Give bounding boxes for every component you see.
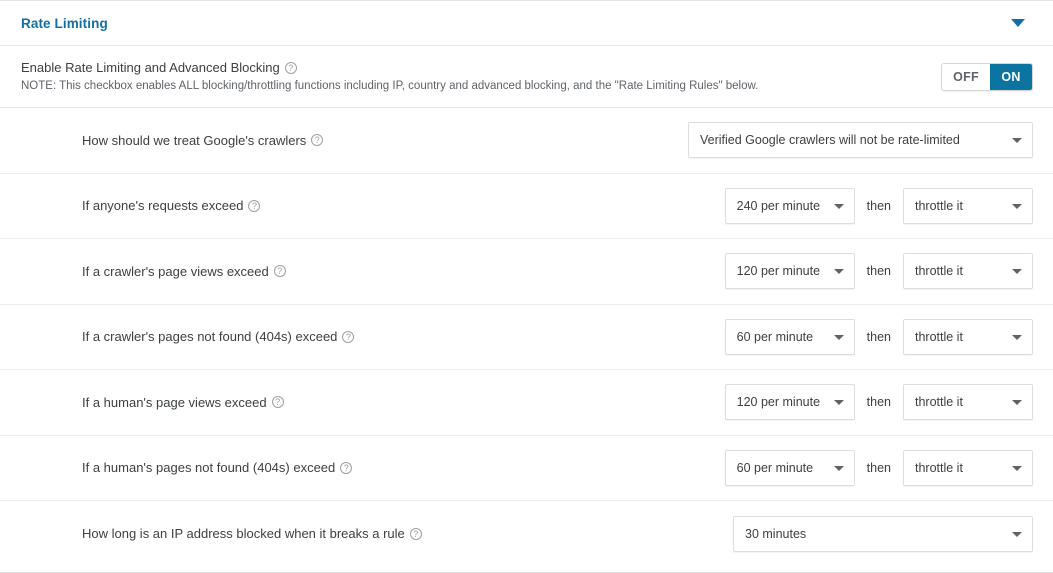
setting-label: If a human's pages not found (404s) exce… (82, 460, 725, 475)
anyone-requests-action-select[interactable]: throttle it (903, 187, 1033, 224)
rate-limiting-panel: Rate Limiting Enable Rate Limiting and A… (0, 0, 1053, 573)
select-value: 60 per minute (736, 460, 814, 475)
setting-controls: 30 minutes (733, 515, 1033, 552)
block-duration-select[interactable]: 30 minutes (733, 515, 1033, 552)
setting-row-human-404s: If a human's pages not found (404s) exce… (0, 435, 1053, 501)
enable-rate-limiting-row: Enable Rate Limiting and Advanced Blocki… (0, 46, 1053, 108)
chevron-down-icon[interactable] (833, 203, 844, 209)
select-value: 120 per minute (736, 395, 821, 410)
select-value: 60 per minute (736, 329, 814, 344)
help-icon[interactable]: ? (248, 199, 261, 212)
help-icon[interactable]: ? (271, 396, 284, 409)
crawler-page-views-action-select[interactable]: throttle it (903, 253, 1033, 290)
setting-label-text: If a human's pages not found (404s) exce… (82, 460, 336, 476)
select-value: throttle it (915, 264, 963, 279)
setting-row-human-page-views: If a human's page views exceed ? 120 per… (0, 370, 1053, 436)
setting-controls: 60 per minute then throttle it (724, 449, 1033, 486)
crawler-page-views-threshold-select[interactable]: 120 per minute (724, 253, 855, 290)
toggle-option-on[interactable]: ON (990, 63, 1032, 90)
human-page-views-action-select[interactable]: throttle it (903, 384, 1033, 421)
then-label: then (866, 329, 891, 344)
help-icon[interactable]: ? (340, 461, 353, 474)
enable-rate-limiting-label: Enable Rate Limiting and Advanced Blocki… (21, 60, 280, 75)
select-value: throttle it (915, 329, 963, 344)
help-icon[interactable]: ? (311, 134, 324, 147)
toggle-option-off[interactable]: OFF (942, 63, 990, 90)
chevron-down-icon[interactable] (1012, 465, 1022, 471)
enable-rate-limiting-toggle[interactable]: OFF ON (941, 62, 1033, 91)
setting-row-crawler-page-views: If a crawler's page views exceed ? 120 p… (0, 239, 1053, 305)
setting-controls: 60 per minute then throttle it (724, 318, 1033, 355)
setting-label: How should we treat Google's crawlers ? (82, 133, 688, 148)
setting-label-text: If a human's page views exceed (82, 394, 267, 410)
chevron-down-icon[interactable] (1012, 531, 1022, 537)
setting-row-block-duration: How long is an IP address blocked when i… (0, 501, 1053, 567)
setting-row-google-crawlers: How should we treat Google's crawlers ? … (0, 108, 1053, 174)
human-404s-threshold-select[interactable]: 60 per minute (724, 449, 855, 486)
google-crawlers-select[interactable]: Verified Google crawlers will not be rat… (688, 122, 1033, 159)
select-value: throttle it (915, 198, 963, 213)
setting-label-text: If anyone's requests exceed (82, 198, 244, 214)
select-value: Verified Google crawlers will not be rat… (700, 133, 960, 148)
chevron-down-icon[interactable] (1012, 334, 1022, 340)
setting-label-text: How long is an IP address blocked when i… (82, 526, 405, 542)
chevron-down-icon[interactable] (833, 400, 844, 406)
chevron-down-icon[interactable] (833, 269, 844, 275)
crawler-404s-action-select[interactable]: throttle it (903, 318, 1033, 355)
select-value: throttle it (915, 395, 963, 410)
then-label: then (866, 264, 891, 279)
setting-controls: 120 per minute then throttle it (724, 384, 1033, 421)
chevron-down-icon[interactable] (833, 334, 844, 340)
select-value: 120 per minute (736, 264, 821, 279)
setting-label: How long is an IP address blocked when i… (82, 526, 733, 541)
anyone-requests-threshold-select[interactable]: 240 per minute (724, 187, 855, 224)
enable-rate-limiting-title: Enable Rate Limiting and Advanced Blocki… (21, 59, 941, 76)
setting-label: If anyone's requests exceed ? (82, 198, 725, 213)
setting-label-text: If a crawler's pages not found (404s) ex… (82, 329, 338, 345)
select-value: 240 per minute (736, 198, 821, 213)
then-label: then (866, 395, 891, 410)
help-icon[interactable]: ? (284, 61, 297, 74)
chevron-down-icon[interactable] (833, 465, 844, 471)
setting-controls: 120 per minute then throttle it (724, 253, 1033, 290)
setting-row-anyone-requests: If anyone's requests exceed ? 240 per mi… (0, 173, 1053, 239)
chevron-down-icon[interactable] (1012, 138, 1022, 144)
setting-row-crawler-404s: If a crawler's pages not found (404s) ex… (0, 304, 1053, 370)
help-icon[interactable]: ? (273, 265, 286, 278)
select-value: throttle it (915, 460, 963, 475)
chevron-down-icon[interactable] (1011, 19, 1025, 27)
setting-label: If a crawler's pages not found (404s) ex… (82, 329, 725, 344)
chevron-down-icon[interactable] (1012, 400, 1022, 406)
then-label: then (866, 198, 891, 213)
then-label: then (866, 460, 891, 475)
setting-label: If a crawler's page views exceed ? (82, 264, 725, 279)
settings-rows: How should we treat Google's crawlers ? … (0, 108, 1053, 572)
page-title: Rate Limiting (21, 15, 108, 31)
chevron-down-icon[interactable] (1012, 203, 1022, 209)
setting-label-text: If a crawler's page views exceed (82, 263, 269, 279)
setting-controls: 240 per minute then throttle it (724, 187, 1033, 224)
panel-header-rate-limiting[interactable]: Rate Limiting (0, 1, 1053, 46)
select-value: 30 minutes (745, 526, 807, 541)
enable-rate-limiting-note: NOTE: This checkbox enables ALL blocking… (21, 80, 759, 92)
setting-controls: Verified Google crawlers will not be rat… (688, 122, 1033, 159)
enable-rate-limiting-text: Enable Rate Limiting and Advanced Blocki… (21, 59, 941, 94)
human-page-views-threshold-select[interactable]: 120 per minute (724, 384, 855, 421)
crawler-404s-threshold-select[interactable]: 60 per minute (724, 318, 855, 355)
chevron-down-icon[interactable] (1012, 269, 1022, 275)
help-icon[interactable]: ? (409, 527, 422, 540)
setting-label: If a human's page views exceed ? (82, 395, 725, 410)
human-404s-action-select[interactable]: throttle it (903, 449, 1033, 486)
setting-label-text: How should we treat Google's crawlers (82, 132, 307, 148)
help-icon[interactable]: ? (342, 330, 355, 343)
